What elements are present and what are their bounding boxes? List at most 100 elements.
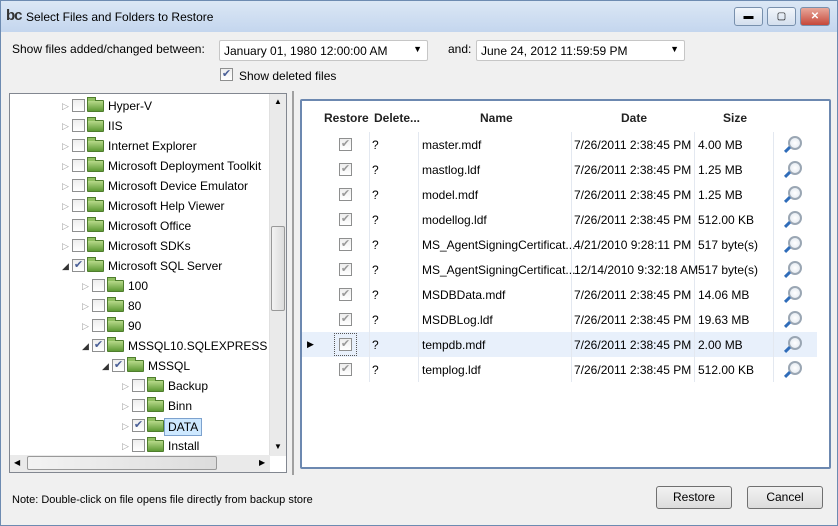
file-row[interactable]: ▶ ✔ ? tempdb.mdf 7/26/2011 2:38:45 PM 2.… <box>302 332 817 357</box>
magnifier-icon[interactable] <box>788 361 802 375</box>
expand-arrow-icon[interactable]: ▷ <box>122 396 129 416</box>
file-row[interactable]: ✔ ? MS_AgentSigningCertificat... 12/14/2… <box>302 257 817 282</box>
tree-vertical-scrollbar[interactable]: ▲ ▼ <box>269 94 286 456</box>
tree-node[interactable]: ◢ ✔ MSSQL10.SQLEXPRESS <box>10 336 270 356</box>
tree-node-checkbox[interactable] <box>92 299 105 312</box>
tree-node[interactable]: ▷ Microsoft Device Emulator <box>10 176 270 196</box>
tree-node-checkbox[interactable] <box>72 239 85 252</box>
restore-checkbox[interactable]: ✔ <box>339 288 352 301</box>
maximize-button[interactable]: ▢ <box>767 7 796 26</box>
cancel-button[interactable]: Cancel <box>747 486 823 509</box>
expand-arrow-icon[interactable]: ▷ <box>62 236 69 256</box>
magnifier-icon[interactable] <box>788 336 802 350</box>
file-row[interactable]: ✔ ? mastlog.ldf 7/26/2011 2:38:45 PM 1.2… <box>302 157 817 182</box>
restore-button[interactable]: Restore <box>656 486 732 509</box>
tree-node[interactable]: ▷ IIS <box>10 116 270 136</box>
restore-checkbox[interactable]: ✔ <box>339 363 352 376</box>
tree-node[interactable]: ▷ Binn <box>10 396 270 416</box>
panel-splitter[interactable] <box>292 91 294 475</box>
tree-node[interactable]: ▷ Backup <box>10 376 270 396</box>
tree-node-checkbox[interactable] <box>72 179 85 192</box>
restore-checkbox[interactable]: ✔ <box>339 238 352 251</box>
expand-arrow-icon[interactable]: ▷ <box>62 96 69 116</box>
tree-node[interactable]: ▷ Microsoft Deployment Toolkit <box>10 156 270 176</box>
close-button[interactable]: ✕ <box>800 7 830 26</box>
magnifier-icon[interactable] <box>788 136 802 150</box>
tree-node-checkbox[interactable] <box>72 99 85 112</box>
tree-node-checkbox[interactable] <box>72 219 85 232</box>
restore-checkbox[interactable]: ✔ <box>339 263 352 276</box>
tree-node[interactable]: ▷ Hyper-V <box>10 96 270 116</box>
tree-node[interactable]: ▷ 80 <box>10 296 270 316</box>
tree-node-checkbox[interactable] <box>72 159 85 172</box>
scroll-thumb[interactable] <box>27 456 217 470</box>
column-header-name[interactable]: Name <box>480 111 513 125</box>
tree-node-checkbox[interactable]: ✔ <box>132 419 145 432</box>
file-row[interactable]: ✔ ? templog.ldf 7/26/2011 2:38:45 PM 512… <box>302 357 817 382</box>
folder-tree[interactable]: ▲ ▼ ◀ ▶ ▷ Hyper-V ▷ IIS ▷ Internet Explore… <box>9 93 287 473</box>
minimize-button[interactable]: ▬ <box>734 7 763 26</box>
file-row[interactable]: ✔ ? MSDBData.mdf 7/26/2011 2:38:45 PM 14… <box>302 282 817 307</box>
magnifier-icon[interactable] <box>788 161 802 175</box>
show-deleted-checkbox[interactable]: ✔ <box>220 68 233 81</box>
expand-arrow-icon[interactable]: ▷ <box>62 116 69 136</box>
tree-node-checkbox[interactable]: ✔ <box>112 359 125 372</box>
restore-checkbox[interactable]: ✔ <box>339 188 352 201</box>
scroll-thumb[interactable] <box>271 226 285 311</box>
column-header-date[interactable]: Date <box>621 111 647 125</box>
file-row[interactable]: ✔ ? MSDBLog.ldf 7/26/2011 2:38:45 PM 19.… <box>302 307 817 332</box>
tree-node[interactable]: ▷ 100 <box>10 276 270 296</box>
column-header-restore[interactable]: Restore <box>324 111 369 125</box>
scroll-up-icon[interactable]: ▲ <box>274 97 282 106</box>
tree-node-checkbox[interactable] <box>132 399 145 412</box>
tree-horizontal-scrollbar[interactable]: ◀ ▶ <box>10 455 270 472</box>
tree-node[interactable]: ▷ Microsoft Help Viewer <box>10 196 270 216</box>
tree-node[interactable]: ▷ ✔ DATA <box>10 416 270 436</box>
restore-checkbox[interactable]: ✔ <box>339 213 352 226</box>
tree-node[interactable]: ▷ 90 <box>10 316 270 336</box>
magnifier-icon[interactable] <box>788 186 802 200</box>
restore-checkbox[interactable]: ✔ <box>334 333 357 356</box>
tree-node-checkbox[interactable] <box>72 139 85 152</box>
from-date-picker[interactable]: January 01, 1980 12:00:00 AM ▼ <box>219 40 428 61</box>
expand-arrow-icon[interactable]: ▷ <box>82 276 89 296</box>
tree-node-checkbox[interactable] <box>92 279 105 292</box>
tree-node-checkbox[interactable]: ✔ <box>72 259 85 272</box>
scroll-left-icon[interactable]: ◀ <box>14 458 20 467</box>
tree-node[interactable]: ▷ Internet Explorer <box>10 136 270 156</box>
column-header-deleted[interactable]: Delete... <box>374 111 420 125</box>
expand-arrow-icon[interactable]: ▷ <box>82 316 89 336</box>
magnifier-icon[interactable] <box>788 261 802 275</box>
collapse-arrow-icon[interactable]: ◢ <box>102 356 109 376</box>
file-row[interactable]: ✔ ? master.mdf 7/26/2011 2:38:45 PM 4.00… <box>302 132 817 157</box>
collapse-arrow-icon[interactable]: ◢ <box>62 256 69 276</box>
file-row[interactable]: ✔ ? model.mdf 7/26/2011 2:38:45 PM 1.25 … <box>302 182 817 207</box>
expand-arrow-icon[interactable]: ▷ <box>82 296 89 316</box>
expand-arrow-icon[interactable]: ▷ <box>122 416 129 436</box>
tree-node[interactable]: ▷ Install <box>10 436 270 456</box>
file-row[interactable]: ✔ ? modellog.ldf 7/26/2011 2:38:45 PM 51… <box>302 207 817 232</box>
magnifier-icon[interactable] <box>788 236 802 250</box>
expand-arrow-icon[interactable]: ▷ <box>62 136 69 156</box>
tree-node[interactable]: ▷ Microsoft SDKs <box>10 236 270 256</box>
expand-arrow-icon[interactable]: ▷ <box>122 376 129 396</box>
column-header-size[interactable]: Size <box>723 111 747 125</box>
to-date-picker[interactable]: June 24, 2012 11:59:59 PM ▼ <box>476 40 685 61</box>
expand-arrow-icon[interactable]: ▷ <box>62 216 69 236</box>
expand-arrow-icon[interactable]: ▷ <box>62 156 69 176</box>
tree-node-checkbox[interactable] <box>72 199 85 212</box>
tree-node[interactable]: ▷ Microsoft Office <box>10 216 270 236</box>
magnifier-icon[interactable] <box>788 211 802 225</box>
tree-node-checkbox[interactable]: ✔ <box>92 339 105 352</box>
scroll-down-icon[interactable]: ▼ <box>274 442 282 451</box>
tree-node[interactable]: ◢ ✔ Microsoft SQL Server <box>10 256 270 276</box>
expand-arrow-icon[interactable]: ▷ <box>62 176 69 196</box>
file-row[interactable]: ✔ ? MS_AgentSigningCertificat... 4/21/20… <box>302 232 817 257</box>
magnifier-icon[interactable] <box>788 286 802 300</box>
expand-arrow-icon[interactable]: ▷ <box>62 196 69 216</box>
scroll-right-icon[interactable]: ▶ <box>259 458 265 467</box>
tree-node-checkbox[interactable] <box>132 439 145 452</box>
restore-checkbox[interactable]: ✔ <box>339 313 352 326</box>
restore-checkbox[interactable]: ✔ <box>339 138 352 151</box>
expand-arrow-icon[interactable]: ▷ <box>122 436 129 456</box>
